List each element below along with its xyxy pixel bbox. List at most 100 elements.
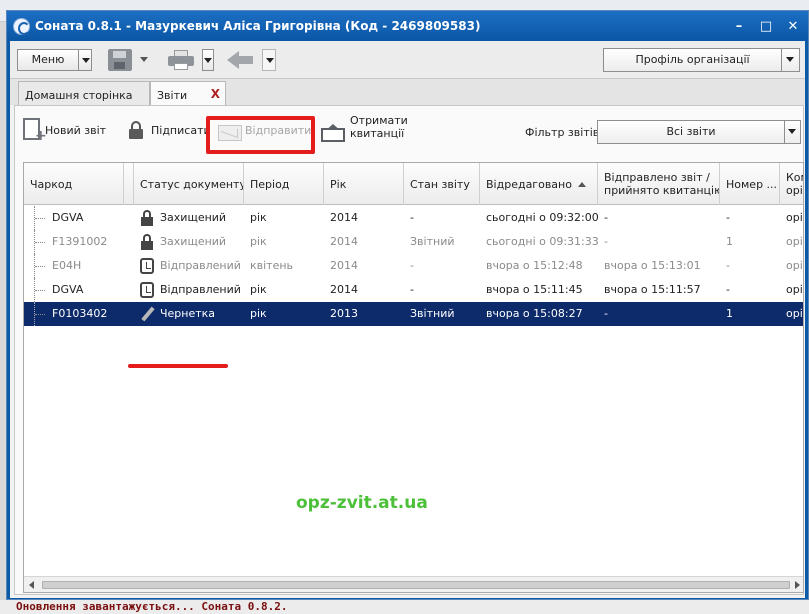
- update-status-text: Оновлення завантажується... Соната 0.8.2…: [16, 600, 288, 613]
- title-bar[interactable]: Соната 0.8.1 - Мазуркевич Аліса Григорів…: [7, 11, 808, 41]
- cell-comment: орі: [786, 211, 803, 224]
- print-icon[interactable]: [168, 50, 194, 70]
- column-header-report-state[interactable]: Стан звіту: [404, 163, 480, 205]
- print-dropdown-button[interactable]: [202, 49, 214, 71]
- horizontal-scrollbar[interactable]: [24, 576, 803, 592]
- menu-button[interactable]: Меню: [17, 49, 79, 71]
- save-dropdown-icon[interactable]: [140, 57, 148, 62]
- tab-reports[interactable]: Звіти X: [150, 81, 226, 106]
- cell-year: 2014: [330, 211, 358, 224]
- cell-sent: -: [604, 307, 608, 320]
- column-header-spacer: [124, 163, 134, 205]
- cell-code: F0103402: [52, 307, 108, 320]
- cell-number: -: [726, 211, 730, 224]
- cell-number: -: [726, 259, 730, 272]
- cell-year: 2014: [330, 235, 358, 248]
- scroll-left-icon[interactable]: [29, 581, 34, 589]
- column-header-number[interactable]: Номер ...: [720, 163, 780, 205]
- chevron-down-icon: [82, 58, 90, 63]
- save-icon[interactable]: [108, 49, 132, 71]
- pencil-icon: [140, 306, 154, 322]
- window-title: Соната 0.8.1 - Мазуркевич Аліса Григорів…: [35, 19, 481, 33]
- new-document-icon[interactable]: [23, 118, 47, 144]
- cell-comment: орі: [786, 235, 803, 248]
- cell-code: F1391002: [52, 235, 108, 248]
- cell-number: 1: [726, 307, 733, 320]
- client-area: Меню Профіль організації Домашня сторінк…: [10, 41, 805, 598]
- cell-code: E04H: [52, 259, 82, 272]
- new-report-button[interactable]: Новий звіт: [45, 124, 106, 137]
- cell-status: Відправлений: [134, 254, 244, 278]
- column-header-year[interactable]: Рік: [324, 163, 404, 205]
- column-header-edited[interactable]: Відредаговано: [480, 163, 598, 205]
- status-text: Захищений: [160, 211, 227, 224]
- lock-icon[interactable]: [129, 121, 143, 139]
- lock-icon: [140, 210, 154, 226]
- table-row[interactable]: DGVA Відправлений рік 2014 - вчора о 15:11:45…: [24, 278, 803, 302]
- chevron-down-icon: [204, 58, 212, 63]
- cell-code: DGVA: [52, 283, 84, 296]
- back-dropdown-button[interactable]: [262, 49, 276, 71]
- status-text: Відправлений: [160, 283, 241, 296]
- filter-dropdown-button[interactable]: [784, 120, 801, 144]
- app-window: Соната 0.8.1 - Мазуркевич Аліса Григорів…: [6, 10, 809, 600]
- cell-edited: вчора о 15:11:45: [486, 283, 583, 296]
- tab-label: Домашня сторінка: [25, 89, 133, 102]
- cell-period: квітень: [250, 259, 294, 272]
- back-arrow-icon[interactable]: [227, 51, 255, 69]
- table-row[interactable]: F1391002 Захищений рік 2014 Звітний сьогодні …: [24, 230, 803, 254]
- clock-icon: [140, 258, 154, 274]
- tab-label: Звіти: [157, 89, 188, 102]
- tree-connector: [34, 302, 46, 326]
- cell-status: Захищений: [134, 206, 244, 230]
- tree-connector: [34, 206, 46, 230]
- tab-home-page[interactable]: Домашня сторінка: [18, 81, 150, 105]
- column-header-period[interactable]: Період: [244, 163, 324, 205]
- cell-number: 1: [726, 235, 733, 248]
- reports-table: Чаркод Статус документу Період Рік Стан …: [23, 162, 804, 593]
- cell-status: Чернетка: [134, 302, 244, 326]
- organization-profile-button[interactable]: Профіль організації: [603, 48, 782, 72]
- sign-button[interactable]: Підписати: [151, 124, 211, 137]
- chevron-down-icon: [266, 58, 274, 63]
- cell-period: рік: [250, 307, 267, 320]
- cell-state: Звітний: [410, 235, 455, 248]
- cell-period: рік: [250, 235, 267, 248]
- cell-edited: вчора о 15:08:27: [486, 307, 583, 320]
- cell-comment: орі: [786, 283, 803, 296]
- table-row[interactable]: F0103402 Чернетка рік 2013 Звітний вчора о 15…: [24, 302, 803, 326]
- table-row[interactable]: DGVA Захищений рік 2014- сьогодні о 09:32:00…: [24, 206, 803, 230]
- cell-year: 2014: [330, 283, 358, 296]
- reports-panel: Новий звіт Підписати Відправити Отримати…: [14, 105, 804, 595]
- reports-action-bar: Новий звіт Підписати Відправити Отримати…: [15, 106, 803, 156]
- scroll-right-icon[interactable]: [795, 581, 800, 589]
- sort-ascending-icon: [577, 181, 586, 187]
- report-filter-select[interactable]: Всі звіти: [597, 120, 785, 144]
- column-header-status[interactable]: Статус документу: [134, 163, 244, 205]
- cell-sent: вчора о 15:13:01: [604, 259, 701, 272]
- column-header-comment[interactable]: Коморі: [780, 163, 803, 205]
- receive-receipts-button[interactable]: Отримати квитанції: [350, 114, 408, 140]
- cell-year: 2014: [330, 259, 358, 272]
- open-envelope-icon[interactable]: [321, 124, 345, 142]
- scrollbar-thumb[interactable]: [42, 581, 790, 589]
- maximize-button[interactable]: □: [756, 19, 776, 34]
- close-tab-icon[interactable]: X: [211, 87, 220, 101]
- cell-state: Звітний: [410, 307, 455, 320]
- tree-connector: [34, 278, 46, 302]
- table-row[interactable]: E04H Відправлений квітень 2014 - вчора о 15:1…: [24, 254, 803, 278]
- chevron-down-icon: [788, 129, 796, 134]
- minimize-button[interactable]: –: [729, 19, 749, 34]
- cell-period: рік: [250, 211, 267, 224]
- status-text: Захищений: [160, 235, 227, 248]
- menu-dropdown-button[interactable]: [78, 49, 92, 71]
- cell-sent: -: [604, 211, 608, 224]
- column-header-code[interactable]: Чаркод: [24, 163, 124, 205]
- cell-state: -: [410, 259, 414, 272]
- column-header-sent[interactable]: Відправлено звіт / прийнято квитанцію: [598, 163, 720, 205]
- profile-dropdown-button[interactable]: [781, 48, 800, 72]
- close-window-button[interactable]: ✕: [783, 19, 803, 34]
- cell-year: 2013: [330, 307, 358, 320]
- cell-code: DGVA: [52, 211, 84, 224]
- tree-connector: [34, 254, 46, 278]
